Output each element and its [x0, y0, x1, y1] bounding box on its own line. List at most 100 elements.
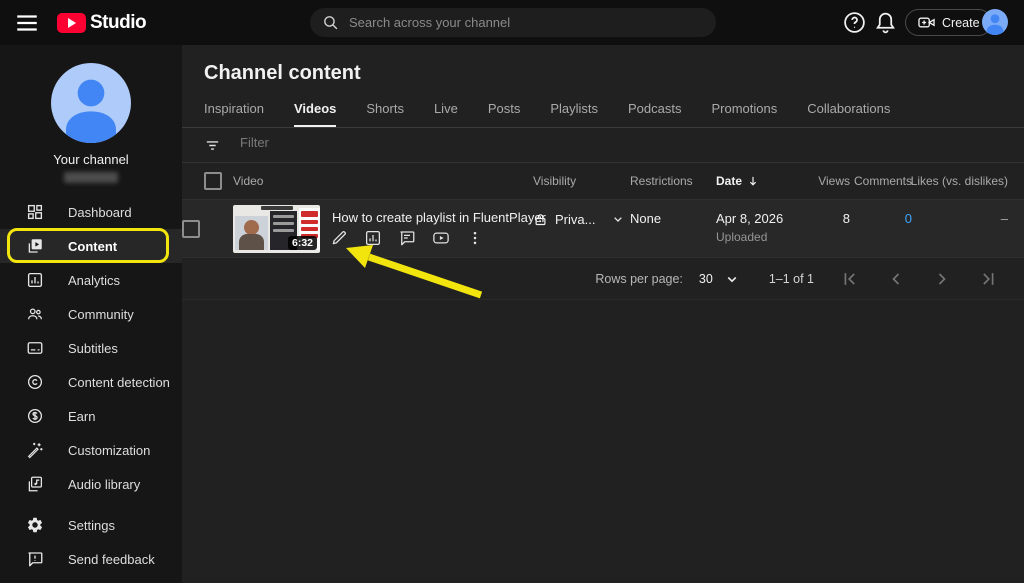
tab-collaborations[interactable]: Collaborations	[807, 101, 890, 128]
search-input[interactable]	[349, 15, 704, 30]
main-content: Channel content Inspiration Videos Short…	[182, 45, 1024, 583]
watch-on-youtube-button[interactable]	[432, 229, 450, 247]
sidebar-item-content-detection[interactable]: Content detection	[0, 365, 182, 399]
likes-value: –	[882, 211, 1008, 226]
tab-promotions[interactable]: Promotions	[712, 101, 778, 128]
date-sub-label: Uploaded	[716, 230, 783, 244]
create-button-label: Create	[942, 16, 980, 30]
avatar-icon	[51, 63, 131, 143]
sidebar-item-label: Content	[68, 239, 117, 254]
first-page-icon	[840, 269, 860, 289]
sidebar-menu-bottom: Settings Send feedback	[0, 508, 182, 576]
channel-name-redacted	[64, 172, 118, 183]
create-button[interactable]: Create	[905, 9, 992, 36]
more-options-button[interactable]	[466, 229, 484, 247]
help-icon	[842, 10, 867, 35]
next-page-icon	[932, 269, 952, 289]
channel-avatar[interactable]	[51, 63, 131, 143]
column-header-views: Views	[772, 163, 850, 199]
tab-videos[interactable]: Videos	[294, 101, 336, 128]
tab-live[interactable]: Live	[434, 101, 458, 128]
help-button[interactable]	[842, 10, 867, 35]
dashboard-icon	[26, 203, 44, 221]
sidebar-item-content[interactable]: Content	[0, 229, 182, 263]
select-all-checkbox[interactable]	[204, 172, 222, 190]
chevron-down-icon	[723, 270, 741, 288]
column-header-likes: Likes (vs. dislikes)	[882, 163, 1008, 199]
content-tabs: Inspiration Videos Shorts Live Posts Pla…	[204, 101, 890, 128]
prev-page-button[interactable]	[886, 269, 906, 289]
next-page-button[interactable]	[932, 269, 952, 289]
row-checkbox[interactable]	[182, 220, 200, 238]
tab-inspiration[interactable]: Inspiration	[204, 101, 264, 128]
lock-icon	[533, 212, 548, 227]
sidebar-item-community[interactable]: Community	[0, 297, 182, 331]
avatar-icon	[982, 9, 1008, 35]
rows-per-page-value[interactable]: 30	[699, 272, 713, 286]
sidebar-item-dashboard[interactable]: Dashboard	[0, 195, 182, 229]
video-title[interactable]: How to create playlist in FluentPlayer	[332, 210, 546, 225]
wand-icon	[26, 441, 44, 459]
first-page-button[interactable]	[840, 269, 860, 289]
sidebar-item-settings[interactable]: Settings	[0, 508, 182, 542]
video-thumbnail[interactable]: 6:32	[233, 205, 320, 253]
youtube-logo-icon	[57, 13, 86, 33]
sidebar-item-subtitles[interactable]: Subtitles	[0, 331, 182, 365]
gear-icon	[26, 516, 44, 534]
search-icon	[322, 14, 339, 31]
content-icon	[26, 237, 44, 255]
subtitles-icon	[26, 339, 44, 357]
column-header-date[interactable]: Date	[716, 174, 760, 188]
rows-per-page-dropdown[interactable]	[723, 270, 741, 288]
account-avatar[interactable]	[982, 9, 1008, 35]
community-icon	[26, 305, 44, 323]
sidebar-item-label: Earn	[68, 409, 95, 424]
column-header-video: Video	[233, 163, 263, 199]
tab-playlists[interactable]: Playlists	[550, 101, 598, 128]
prev-page-icon	[886, 269, 906, 289]
table-header: Video Visibility Restrictions Date Views…	[182, 163, 1024, 200]
row-analytics-button[interactable]	[364, 229, 382, 247]
create-camera-icon	[917, 13, 936, 32]
duration-badge: 6:32	[288, 236, 317, 250]
last-page-button[interactable]	[978, 269, 998, 289]
kebab-icon	[466, 229, 484, 247]
filter-button[interactable]	[204, 137, 221, 154]
sidebar-item-label: Content detection	[68, 375, 170, 390]
row-analytics-icon	[364, 229, 382, 247]
chevron-down-icon	[610, 211, 626, 227]
sidebar-item-earn[interactable]: Earn	[0, 399, 182, 433]
filter-input[interactable]	[240, 135, 540, 150]
comments-icon	[398, 229, 416, 247]
column-header-restrictions: Restrictions	[630, 163, 693, 199]
sidebar: Your channel Dashboard Content Analytics…	[0, 45, 182, 583]
restrictions-value: None	[630, 211, 661, 226]
sidebar-menu: Dashboard Content Analytics Community Su…	[0, 195, 182, 501]
table-row: 6:32 How to create playlist in FluentPla…	[182, 200, 1024, 258]
notifications-button[interactable]	[873, 10, 898, 35]
tab-podcasts[interactable]: Podcasts	[628, 101, 681, 128]
hamburger-menu-button[interactable]	[14, 10, 40, 36]
tab-shorts[interactable]: Shorts	[366, 101, 404, 128]
copyright-icon	[26, 373, 44, 391]
column-header-visibility: Visibility	[533, 163, 576, 199]
sort-down-icon	[746, 174, 760, 188]
hamburger-icon	[14, 10, 40, 36]
sidebar-item-label: Analytics	[68, 273, 120, 288]
sidebar-item-label: Audio library	[68, 477, 140, 492]
sidebar-item-send-feedback[interactable]: Send feedback	[0, 542, 182, 576]
sidebar-item-audio-library[interactable]: Audio library	[0, 467, 182, 501]
sidebar-item-analytics[interactable]: Analytics	[0, 263, 182, 297]
edit-details-button[interactable]	[330, 229, 348, 247]
feedback-icon	[26, 550, 44, 568]
pagination-range: 1–1 of 1	[769, 272, 814, 286]
row-comments-button[interactable]	[398, 229, 416, 247]
sidebar-item-label: Community	[68, 307, 134, 322]
sidebar-item-customization[interactable]: Customization	[0, 433, 182, 467]
tab-posts[interactable]: Posts	[488, 101, 521, 128]
search-bar[interactable]	[310, 8, 716, 37]
edit-pencil-icon	[330, 229, 348, 247]
youtube-studio-logo[interactable]: Studio	[57, 12, 146, 34]
sidebar-item-label: Send feedback	[68, 552, 155, 567]
visibility-dropdown[interactable]: Priva...	[533, 211, 626, 227]
